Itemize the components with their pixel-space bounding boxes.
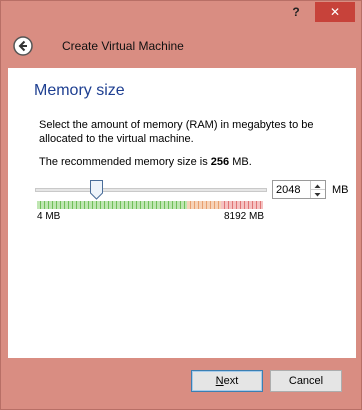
memory-spinbox[interactable] [272, 180, 326, 199]
wizard-page: Memory size Select the amount of memory … [8, 68, 356, 358]
recommend-value: 256 [210, 156, 230, 168]
page-heading: Memory size [34, 82, 125, 99]
memory-input[interactable] [276, 183, 310, 196]
help-button[interactable]: ? [283, 2, 309, 22]
chevron-down-icon [314, 193, 321, 197]
memory-slider[interactable] [35, 180, 267, 230]
wizard-header: Create Virtual Machine [8, 31, 356, 61]
ticks-warning [187, 201, 221, 209]
slider-thumb[interactable] [90, 180, 103, 200]
close-button[interactable]: ✕ [315, 2, 355, 22]
spin-up-button[interactable] [311, 181, 325, 190]
cancel-button[interactable]: Cancel [270, 370, 342, 392]
slider-thumb-icon [90, 180, 103, 200]
ticks-safe [37, 201, 187, 209]
next-label-rest: ext [223, 375, 239, 387]
ticks-danger [221, 201, 263, 209]
next-button[interactable]: Next [191, 370, 263, 392]
title-controls: ? ✕ [283, 1, 355, 25]
back-arrow-icon [13, 36, 33, 56]
memory-unit: MB [332, 184, 349, 196]
recommendation-text: The recommended memory size is 256 MB. [39, 156, 252, 168]
spin-down-button[interactable] [311, 190, 325, 198]
min-memory-label: 4 MB [37, 211, 61, 222]
slider-track[interactable] [35, 188, 267, 192]
wizard-title: Create Virtual Machine [62, 39, 184, 53]
max-memory-label: 8192 MB [224, 211, 265, 222]
page-description: Select the amount of memory (RAM) in meg… [39, 119, 314, 145]
dialog-window: ? ✕ Create Virtual Machine Memory size S… [0, 0, 362, 410]
spin-buttons [310, 181, 325, 198]
slider-ticks [37, 201, 263, 211]
recommend-suffix: MB. [229, 156, 252, 168]
chevron-up-icon [314, 184, 321, 188]
back-button[interactable] [12, 35, 34, 57]
recommend-prefix: The recommended memory size is [39, 156, 211, 168]
next-mnemonic: N [215, 375, 224, 387]
